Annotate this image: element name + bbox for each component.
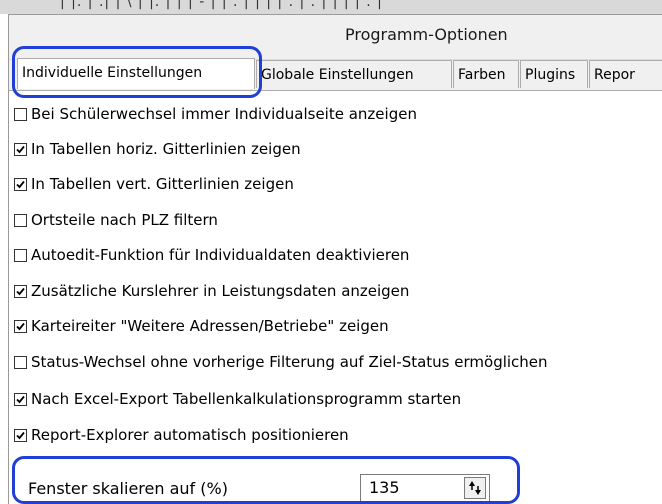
checkbox[interactable] <box>14 177 27 191</box>
tab-plugins[interactable]: Plugins <box>520 60 588 88</box>
screenshot-root: | |. | .| | \ | |. | | | - | | . | | | |… <box>0 0 662 504</box>
checkmark-icon <box>16 395 25 403</box>
checkbox[interactable] <box>14 355 27 369</box>
scale-label: Fenster skalieren auf (%) <box>28 479 228 498</box>
tab-colors[interactable]: Farben <box>453 60 519 88</box>
checkbox[interactable] <box>14 319 27 333</box>
option-label: Status-Wechsel ohne vorherige Filterung … <box>31 353 548 371</box>
option-label: Report-Explorer automatisch positioniere… <box>31 426 349 444</box>
checkbox[interactable] <box>14 392 27 406</box>
checkbox[interactable] <box>14 107 27 121</box>
checkmark-icon <box>16 322 25 330</box>
tab-reports[interactable]: Repor <box>589 60 662 88</box>
option-label: Nach Excel-Export Tabellenkalkulationspr… <box>31 390 462 408</box>
option-label: Karteireiter "Weitere Adressen/Betriebe"… <box>31 317 389 335</box>
scale-value: 135 <box>369 478 400 497</box>
option-row[interactable]: Bei Schülerwechsel immer Individualseite… <box>14 103 417 125</box>
checkbox[interactable] <box>14 213 27 227</box>
option-row[interactable]: In Tabellen horiz. Gitterlinien zeigen <box>14 138 301 160</box>
checkbox[interactable] <box>14 284 27 298</box>
scale-spin-input[interactable]: 135 <box>360 474 490 502</box>
option-row[interactable]: Karteireiter "Weitere Adressen/Betriebe"… <box>14 315 389 337</box>
checkmark-icon <box>16 287 25 295</box>
option-label: In Tabellen vert. Gitterlinien zeigen <box>31 175 294 193</box>
option-row[interactable]: Ortsteile nach PLZ filtern <box>14 209 218 231</box>
checkbox[interactable] <box>14 248 27 262</box>
option-row[interactable]: Report-Explorer automatisch positioniere… <box>14 424 349 446</box>
dialog-title: Programm-Optionen <box>345 25 508 44</box>
option-row[interactable]: Nach Excel-Export Tabellenkalkulationspr… <box>14 388 461 410</box>
title-bar: Programm-Optionen <box>9 15 662 60</box>
option-row[interactable]: Status-Wechsel ohne vorherige Filterung … <box>14 351 548 373</box>
checkmark-icon <box>16 180 25 188</box>
option-label: Autoedit-Funktion für Individualdaten de… <box>31 246 410 264</box>
option-label: Bei Schülerwechsel immer Individualseite… <box>31 105 417 123</box>
option-row[interactable]: Zusätzliche Kurslehrer in Leistungsdaten… <box>14 280 409 302</box>
option-row[interactable]: In Tabellen vert. Gitterlinien zeigen <box>14 173 294 195</box>
tab-individual-settings[interactable]: Individuelle Einstellungen <box>17 58 255 89</box>
updown-arrows-icon <box>469 481 481 495</box>
checkbox[interactable] <box>14 428 27 442</box>
tab-global-settings[interactable]: Globale Einstellungen <box>256 60 452 88</box>
checkmark-icon <box>16 145 25 153</box>
tab-strip: Individuelle Einstellungen Globale Einst… <box>9 58 662 90</box>
option-label: In Tabellen horiz. Gitterlinien zeigen <box>31 140 301 158</box>
option-row[interactable]: Autoedit-Funktion für Individualdaten de… <box>14 244 409 266</box>
option-label: Zusätzliche Kurslehrer in Leistungsdaten… <box>31 282 410 300</box>
background-window-strip: | |. | .| | \ | |. | | | - | | . | | | |… <box>0 0 662 14</box>
spin-updown-button[interactable] <box>464 477 486 499</box>
checkmark-icon <box>16 431 25 439</box>
checkbox[interactable] <box>14 142 27 156</box>
option-label: Ortsteile nach PLZ filtern <box>31 211 218 229</box>
